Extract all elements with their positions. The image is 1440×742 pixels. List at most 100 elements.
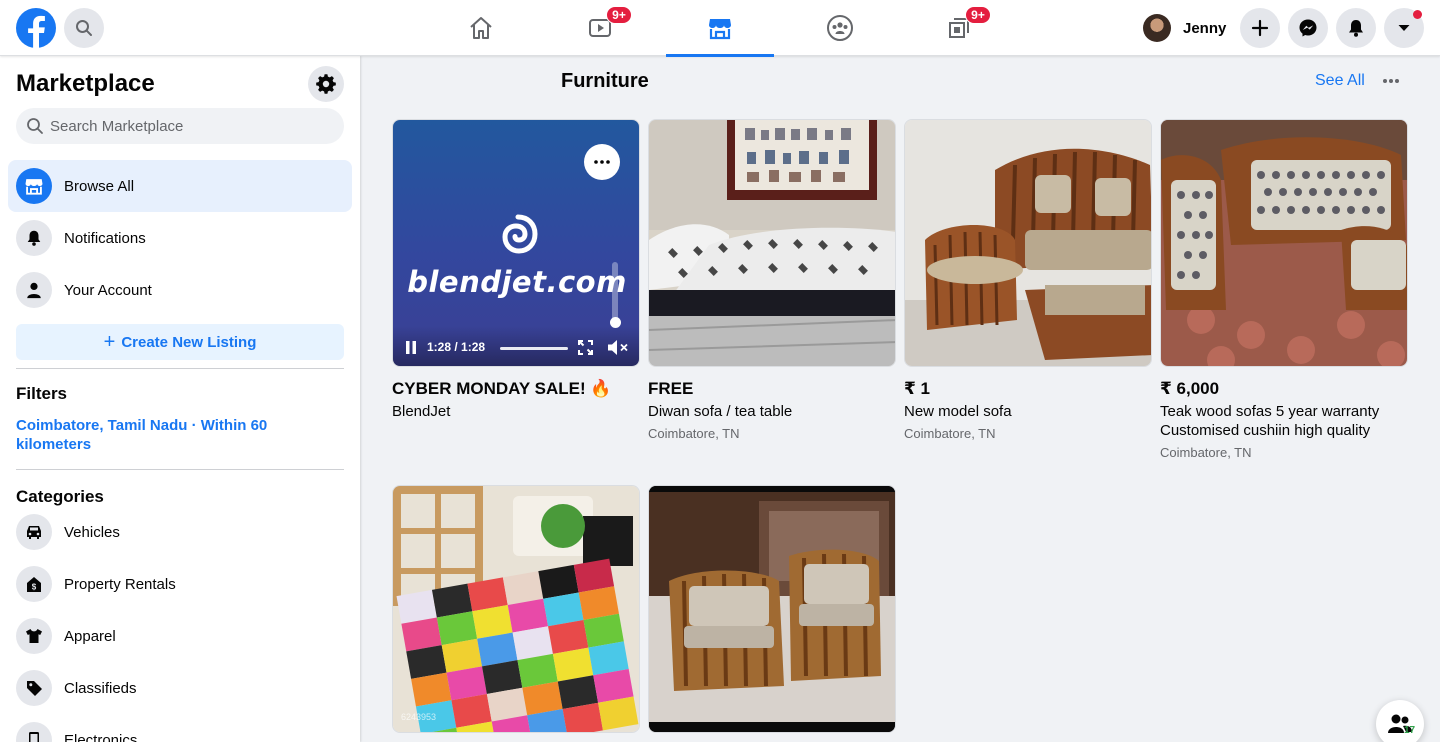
sidebar-item-label: Browse All	[64, 177, 135, 195]
video-time: 1:28 / 1:28	[427, 340, 486, 354]
pause-icon[interactable]	[405, 341, 417, 354]
listing-location: Coimbatore, TN	[904, 426, 996, 441]
profile-name: Jenny	[1183, 19, 1227, 37]
create-button[interactable]	[1240, 8, 1280, 48]
blendjet-spiral-icon	[502, 214, 538, 254]
sidebar-item-browse-all[interactable]: Browse All	[8, 160, 352, 212]
listing-photo-teak-wood-sofas[interactable]	[1160, 119, 1408, 367]
volume-slider[interactable]	[612, 262, 618, 324]
sidebar-item-label: Your Account	[64, 281, 152, 299]
top-navigation-bar: 9+ 9+ Jenny	[0, 0, 1440, 57]
see-all-link[interactable]: See All	[1315, 72, 1365, 90]
settings-button[interactable]	[308, 66, 344, 102]
video-ad-player[interactable]: blendjet.com 1:28 / 1:28	[392, 119, 640, 367]
listing-price: FREE	[648, 379, 694, 398]
page-title: Marketplace	[16, 70, 155, 97]
sidebar-item-label: Notifications	[64, 229, 146, 247]
more-icon	[1383, 79, 1399, 83]
section-title: Furniture	[561, 70, 649, 92]
notifications-button[interactable]	[1336, 8, 1376, 48]
notification-dot	[1413, 10, 1422, 19]
listing-price: CYBER MONDAY SALE! 🔥	[392, 379, 612, 398]
create-new-listing-button[interactable]: + Create New Listing	[16, 324, 344, 360]
sidebar-item-label: Property Rentals	[64, 575, 176, 593]
ad-options-button[interactable]	[584, 144, 620, 180]
bell-icon	[16, 220, 52, 256]
account-menu-button[interactable]	[1384, 8, 1424, 48]
bell-icon	[1349, 20, 1363, 37]
sidebar-item-label: Vehicles	[64, 523, 120, 541]
listing-photo-new-model-sofa[interactable]	[904, 119, 1152, 367]
shirt-icon	[16, 618, 52, 654]
more-options-button[interactable]	[1378, 68, 1404, 94]
watch-badge: 9+	[606, 6, 632, 24]
plus-icon	[1251, 19, 1269, 37]
tab-watch[interactable]: 9+	[546, 0, 654, 56]
avatar	[1143, 14, 1171, 42]
contacts-chat-button[interactable]: 17	[1376, 700, 1424, 742]
sidebar-item-vehicles[interactable]: Vehicles	[8, 506, 352, 558]
tab-gaming[interactable]: 9+	[905, 0, 1013, 56]
tab-groups[interactable]	[786, 0, 894, 56]
listing-photo-diwan-sofa[interactable]	[648, 119, 896, 367]
sidebar-item-label: Classifieds	[64, 679, 137, 697]
location-filter-link[interactable]: Coimbatore, Tamil Nadu · Within 60 kilom…	[16, 416, 316, 454]
tab-marketplace[interactable]	[666, 0, 774, 57]
messenger-button[interactable]	[1288, 8, 1328, 48]
gear-icon	[316, 74, 336, 94]
listing-title: Diwan sofa / tea table	[648, 403, 793, 420]
listing-photo-colorful-rug[interactable]: 6243953	[392, 485, 640, 733]
search-button[interactable]	[64, 8, 104, 48]
profile-button[interactable]: Jenny	[1139, 8, 1238, 48]
sidebar-item-property-rentals[interactable]: $ Property Rentals	[8, 558, 352, 610]
video-controls: 1:28 / 1:28	[393, 326, 639, 366]
listing-photo-wooden-sofa-set[interactable]	[648, 485, 896, 733]
divider	[16, 368, 344, 369]
sidebar-item-apparel[interactable]: Apparel	[8, 610, 352, 662]
filters-heading: Filters	[16, 384, 68, 403]
sidebar-item-electronics[interactable]: Electronics	[8, 714, 352, 742]
create-new-listing-label: Create New Listing	[121, 333, 257, 351]
tag-icon	[16, 670, 52, 706]
home-icon	[470, 17, 492, 39]
tab-home[interactable]	[427, 0, 535, 56]
storefront-icon	[16, 168, 52, 204]
blendjet-brand-text: blendjet.com	[407, 265, 627, 299]
storefront-icon	[709, 19, 731, 40]
search-icon	[76, 20, 92, 36]
listing-title: BlendJet	[392, 403, 451, 420]
listing-price: ₹ 6,000	[1160, 379, 1220, 398]
svg-text:$: $	[32, 583, 37, 592]
caret-down-icon	[1398, 25, 1410, 31]
car-icon	[16, 514, 52, 550]
phone-icon	[16, 722, 52, 742]
online-contacts-count: 17	[1404, 725, 1416, 736]
divider	[16, 469, 344, 470]
messenger-icon	[1299, 19, 1317, 37]
categories-heading: Categories	[16, 487, 104, 506]
house-dollar-icon: $	[16, 566, 52, 602]
marketplace-search[interactable]	[16, 108, 344, 144]
listing-title: New model sofa	[904, 403, 1012, 420]
sidebar-item-classifieds[interactable]: Classifieds	[8, 662, 352, 714]
marketplace-sidebar: Marketplace Browse All Notifications You…	[0, 56, 360, 742]
plus-icon: +	[103, 331, 116, 353]
fullscreen-icon[interactable]	[578, 340, 593, 355]
photo-watermark: 6243953	[401, 712, 437, 722]
sidebar-item-label: Apparel	[64, 627, 116, 645]
listing-location: Coimbatore, TN	[1160, 445, 1252, 460]
search-input[interactable]	[50, 117, 330, 135]
listing-price: ₹ 1	[904, 379, 931, 398]
facebook-logo-icon[interactable]	[16, 8, 56, 48]
sidebar-item-notifications[interactable]: Notifications	[8, 212, 352, 264]
search-icon	[27, 118, 43, 134]
video-progress-bar[interactable]	[500, 347, 568, 350]
sidebar-item-label: Electronics	[64, 731, 138, 742]
listing-location: Coimbatore, TN	[648, 426, 740, 441]
listing-title: Teak wood sofas 5 year warranty Customis…	[1160, 403, 1380, 439]
sidebar-item-your-account[interactable]: Your Account	[8, 264, 352, 316]
more-icon	[594, 160, 610, 164]
muted-speaker-icon[interactable]	[607, 339, 629, 356]
person-icon	[16, 272, 52, 308]
gaming-badge: 9+	[965, 6, 991, 24]
